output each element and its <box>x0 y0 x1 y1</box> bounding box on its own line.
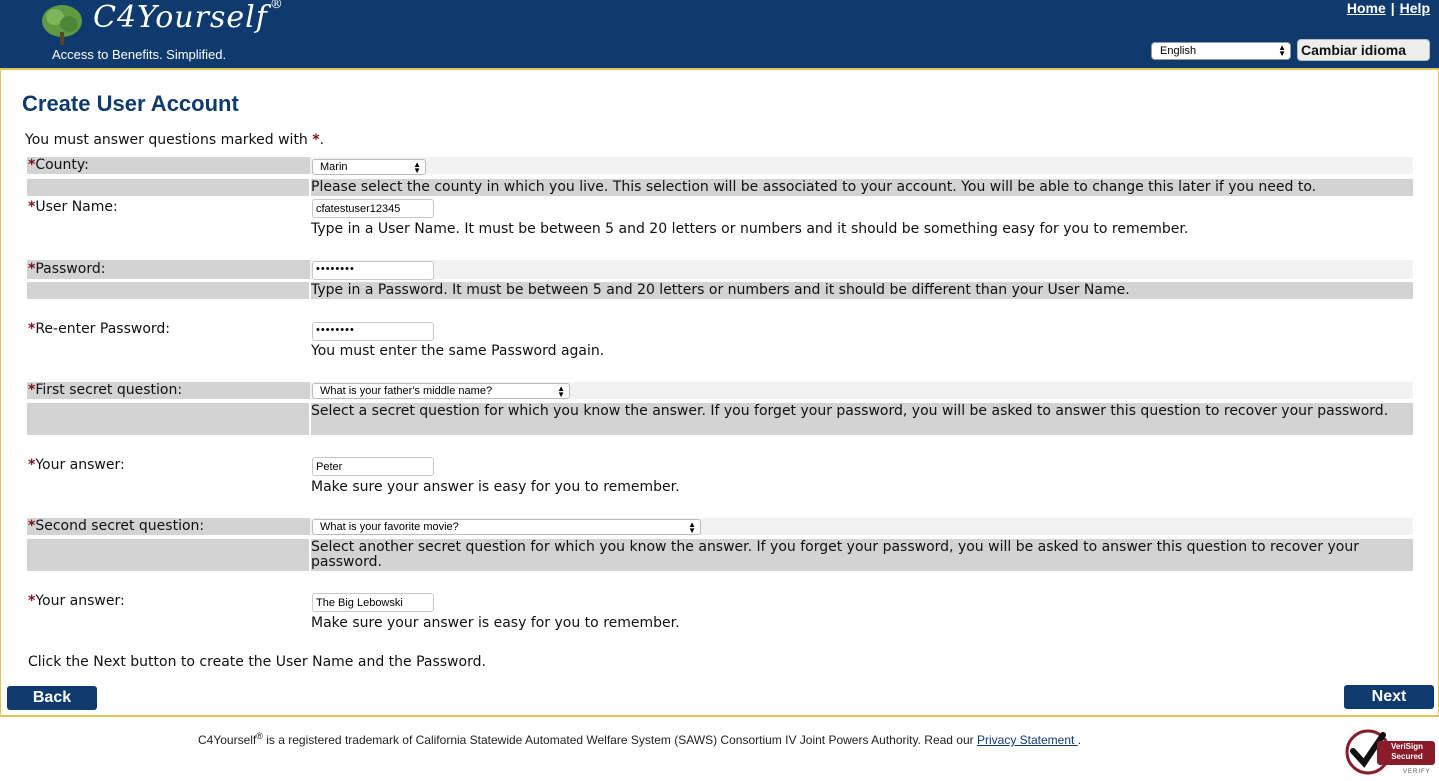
password-confirm-input[interactable]: •••••••• <box>312 322 434 341</box>
password-help: Type in a Password. It must be between 5… <box>311 282 1130 298</box>
username-row: *User Name: <box>28 199 118 215</box>
question2-select[interactable]: What is your favorite movie? ▲ ▼ <box>312 519 701 535</box>
verisign-label: VeriSign Secured <box>1390 742 1423 761</box>
tree-logo-icon <box>42 5 82 45</box>
password-confirm-row: *Re-enter Password: <box>28 321 170 337</box>
brand-tagline: Access to Benefits. Simplified. <box>52 47 227 62</box>
answer2-row: *Your answer: <box>28 593 125 609</box>
question1-help: Select a secret question for which you k… <box>311 403 1389 419</box>
page-title: Create User Account <box>22 91 239 116</box>
answer1-help: Make sure your answer is easy for you to… <box>311 479 680 495</box>
select-arrows-icon: ▲ ▼ <box>1278 43 1286 58</box>
question1-row: *First secret question: <box>27 382 1413 399</box>
county-help: Please select the county in which you li… <box>311 179 1317 195</box>
county-row: *County: <box>27 157 1413 174</box>
change-language-button[interactable]: Cambiar idioma <box>1297 39 1430 61</box>
select-arrows-icon: ▲ ▼ <box>688 520 696 535</box>
password-row: *Password: <box>27 260 1413 279</box>
county-select[interactable]: Marin ▲ ▼ <box>312 159 426 175</box>
privacy-statement-link[interactable]: Privacy Statement <box>977 733 1078 747</box>
select-arrows-icon: ▲ ▼ <box>413 160 421 175</box>
verisign-secured-badge[interactable]: VeriSign Secured VERIFY <box>1343 727 1439 777</box>
answer2-help: Make sure your answer is easy for you to… <box>311 615 680 631</box>
question2-row: *Second secret question: <box>27 518 1413 535</box>
brand-name: C4Yourself ® <box>93 0 284 35</box>
answer1-input[interactable]: Peter <box>312 457 434 476</box>
help-link[interactable]: Help <box>1400 0 1430 16</box>
username-input[interactable]: cfatestuser12345 <box>312 199 434 218</box>
password-input[interactable]: •••••••• <box>312 261 434 280</box>
next-instruction: Click the Next button to create the User… <box>28 654 486 670</box>
question2-help: Select another secret question for which… <box>311 539 1359 570</box>
required-instructions: You must answer questions marked with *. <box>25 132 325 148</box>
question1-select[interactable]: What is your father's middle name? ▲ ▼ <box>312 383 570 399</box>
language-select[interactable]: English ▲ ▼ <box>1151 42 1291 60</box>
top-links: Home | Help <box>1346 0 1430 16</box>
answer1-row: *Your answer: <box>28 457 125 473</box>
password-confirm-help: You must enter the same Password again. <box>311 343 605 359</box>
username-help: Type in a User Name. It must be between … <box>311 221 1189 237</box>
site-header: C4Yourself ® Access to Benefits. Simplifi… <box>0 0 1439 68</box>
footer-legal: C4Yourself® is a registered trademark of… <box>198 731 1082 747</box>
home-link[interactable]: Home <box>1347 0 1386 16</box>
select-arrows-icon: ▲ ▼ <box>557 384 565 399</box>
answer2-input[interactable]: The Big Lebowski <box>312 593 434 612</box>
next-button[interactable]: Next <box>1344 685 1434 709</box>
back-button[interactable]: Back <box>7 686 97 710</box>
